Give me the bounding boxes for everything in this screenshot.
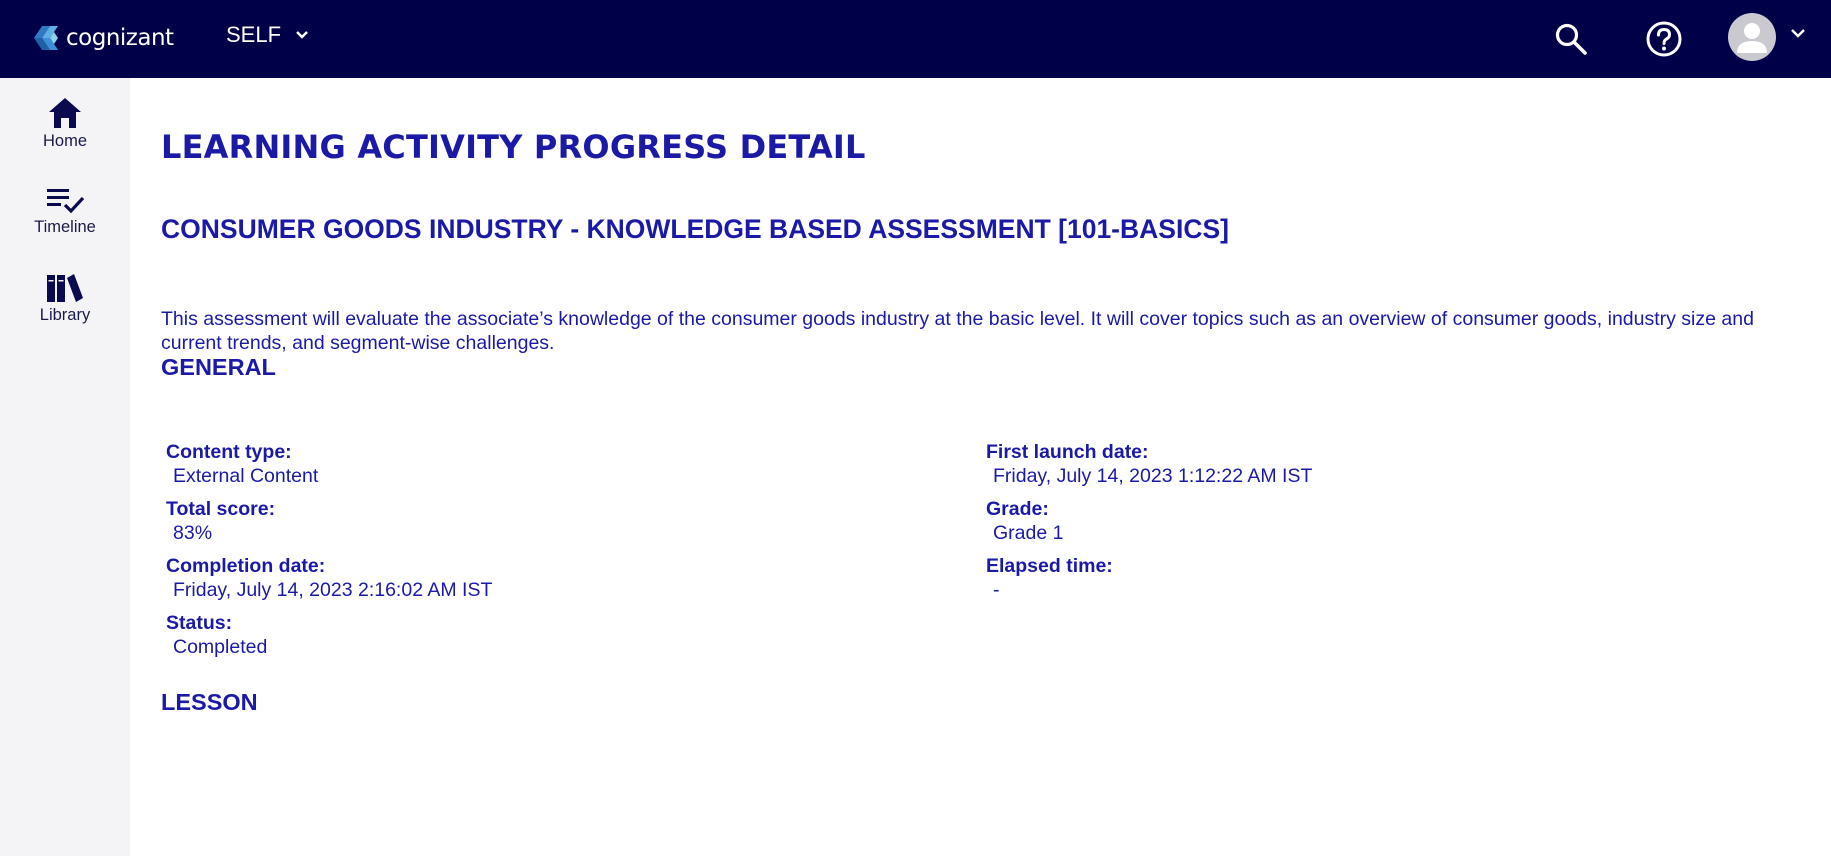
context-selector-label: SELF — [226, 22, 282, 47]
sidebar-item-label: Home — [42, 132, 87, 150]
cognizant-logo-icon — [34, 26, 58, 50]
field-value: Friday, July 14, 2023 2:16:02 AM IST — [173, 579, 493, 601]
field-completion-date: Completion date: Friday, July 14, 2023 2… — [166, 554, 492, 602]
field-label: Grade: — [986, 498, 1049, 520]
field-grade: Grade: Grade 1 — [986, 497, 1063, 545]
top-header: cognizant SELF — [0, 0, 1831, 78]
field-value: Friday, July 14, 2023 1:12:22 AM IST — [993, 465, 1313, 487]
sidebar-item-label: Timeline — [34, 218, 96, 236]
chevron-down-icon — [1791, 29, 1805, 38]
library-icon — [47, 274, 83, 302]
sidebar-item-library[interactable]: Library — [0, 272, 130, 325]
field-value: External Content — [173, 465, 319, 487]
brand-name: cognizant — [66, 25, 174, 51]
sidebar-item-home[interactable]: Home — [0, 96, 130, 151]
home-icon — [49, 98, 81, 128]
cognizant-logo[interactable]: cognizant — [32, 24, 174, 52]
page-title: LEARNING ACTIVITY PROGRESS DETAIL — [161, 128, 866, 166]
user-avatar-button[interactable] — [1728, 13, 1776, 61]
field-value: 83% — [173, 522, 213, 544]
timeline-icon — [47, 189, 85, 214]
field-value: Grade 1 — [993, 522, 1064, 544]
course-title: CONSUMER GOODS INDUSTRY - KNOWLEDGE BASE… — [161, 214, 1229, 244]
general-section-heading: GENERAL — [161, 354, 276, 380]
account-menu-toggle[interactable] — [1790, 26, 1806, 44]
help-button[interactable] — [1638, 13, 1690, 65]
field-label: Total score: — [166, 498, 276, 520]
field-label: Completion date: — [166, 555, 326, 577]
field-value: Completed — [173, 636, 268, 658]
chevron-down-icon — [296, 31, 308, 39]
search-icon — [1555, 23, 1587, 55]
sidebar-item-timeline[interactable]: Timeline — [0, 186, 130, 237]
help-icon — [1646, 21, 1682, 57]
lesson-section-heading: LESSON — [161, 689, 258, 715]
sidebar: Home Timeline Library — [0, 78, 130, 856]
context-selector[interactable]: SELF — [226, 22, 309, 48]
field-label: First launch date: — [986, 441, 1149, 463]
avatar-icon — [1737, 23, 1767, 53]
field-value: - — [993, 579, 1000, 601]
field-label: Content type: — [166, 441, 292, 463]
course-description: This assessment will evaluate the associ… — [161, 308, 1754, 354]
search-button[interactable] — [1545, 13, 1597, 65]
field-label: Elapsed time: — [986, 555, 1113, 577]
field-status: Status: Completed — [166, 611, 267, 659]
field-content-type: Content type: External Content — [166, 440, 318, 488]
field-first-launch-date: First launch date: Friday, July 14, 2023… — [986, 440, 1312, 488]
sidebar-item-label: Library — [39, 306, 91, 324]
field-total-score: Total score: 83% — [166, 497, 275, 545]
field-elapsed-time: Elapsed time: - — [986, 554, 1113, 602]
field-label: Status: — [166, 612, 233, 634]
